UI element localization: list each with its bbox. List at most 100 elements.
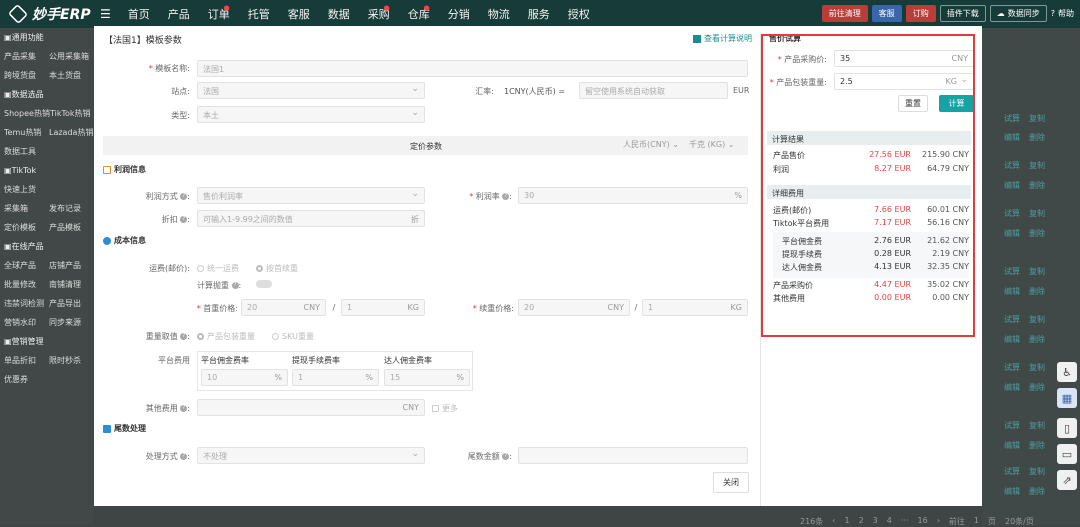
accessibility-icon[interactable]: ♿: [1057, 362, 1077, 382]
nav-item[interactable]: 客服: [279, 6, 319, 22]
sidebar-item[interactable]: 单品折扣: [4, 355, 49, 366]
sidebar-item[interactable]: 产品采集: [4, 51, 49, 62]
sidebar-item[interactable]: 发布记录: [49, 203, 94, 214]
row-action-link[interactable]: 编辑: [1004, 383, 1020, 392]
profit-method-select[interactable]: 售价利润率 ⌄: [197, 187, 425, 204]
menu-toggle-icon[interactable]: ☰: [100, 7, 111, 21]
platform-commission-input[interactable]: 10%: [201, 369, 288, 386]
next-weight-input[interactable]: 1 KG: [642, 299, 748, 316]
creator-commission-input[interactable]: 15%: [384, 369, 470, 386]
sidebar-item[interactable]: Temu热销: [4, 127, 49, 138]
data-sync-button[interactable]: ☁ 数据同步: [989, 5, 1047, 22]
pagination-item[interactable]: 20条/页: [1005, 516, 1034, 527]
pagination-item[interactable]: 前往: [949, 516, 965, 527]
sidebar-item[interactable]: 违禁词检测: [4, 298, 49, 309]
row-action-link[interactable]: 删除: [1029, 133, 1045, 142]
type-select[interactable]: 本土 ⌄: [197, 106, 425, 123]
row-action-link[interactable]: 编辑: [1004, 487, 1020, 496]
nav-item[interactable]: 托管: [239, 6, 279, 22]
nav-item[interactable]: 数据: [319, 6, 359, 22]
pagination-item[interactable]: ···: [901, 516, 909, 527]
sidebar-item[interactable]: 定价模板: [4, 222, 49, 233]
row-action-link[interactable]: 删除: [1029, 487, 1045, 496]
sidebar-item[interactable]: 通用功能: [12, 32, 53, 43]
row-action-link[interactable]: 试算: [1004, 421, 1020, 430]
sidebar-item[interactable]: 快速上货: [4, 184, 49, 195]
row-action-link[interactable]: 试算: [1004, 209, 1020, 218]
row-action-link[interactable]: 删除: [1029, 181, 1045, 190]
sidebar-item[interactable]: 营销水印: [4, 317, 49, 328]
shipping-option-uniform[interactable]: 统一运费: [197, 263, 239, 274]
sidebar-item[interactable]: 产品导出: [49, 298, 94, 309]
nav-item[interactable]: 仓库 ●: [399, 4, 439, 22]
sidebar-item[interactable]: 数据选品: [12, 89, 53, 100]
pagination-item[interactable]: 页: [988, 516, 996, 527]
row-action-link[interactable]: 编辑: [1004, 133, 1020, 142]
row-action-link[interactable]: 试算: [1004, 363, 1020, 372]
row-action-link[interactable]: 复制: [1029, 315, 1045, 324]
row-action-link[interactable]: 编辑: [1004, 287, 1020, 296]
nav-item[interactable]: 服务: [519, 6, 559, 22]
row-action-link[interactable]: 复制: [1029, 363, 1045, 372]
nav-item[interactable]: 授权: [559, 6, 599, 22]
row-action-link[interactable]: 编辑: [1004, 441, 1020, 450]
sidebar-item[interactable]: 跨境货盘: [4, 70, 49, 81]
translate-icon[interactable]: ▦: [1057, 388, 1077, 408]
row-action-link[interactable]: 复制: [1029, 467, 1045, 476]
pagination-item[interactable]: 2: [859, 516, 864, 527]
next-price-input[interactable]: 20 CNY: [518, 299, 630, 316]
row-action-link[interactable]: 删除: [1029, 229, 1045, 238]
pagination-item[interactable]: 1: [974, 516, 979, 527]
first-weight-input[interactable]: 1 KG: [341, 299, 425, 316]
sidebar-item[interactable]: TikTok热销: [50, 108, 94, 119]
withdraw-fee-input[interactable]: 1%: [292, 369, 379, 386]
calc-explain-link[interactable]: 查看计算说明: [693, 33, 752, 44]
row-action-link[interactable]: 复制: [1029, 209, 1045, 218]
nav-item[interactable]: 产品: [159, 6, 199, 22]
sidebar-item[interactable]: 本土货盘: [49, 70, 94, 81]
row-action-link[interactable]: 删除: [1029, 383, 1045, 392]
row-action-link[interactable]: 删除: [1029, 287, 1045, 296]
sidebar-item[interactable]: 在线产品: [12, 241, 53, 252]
help-link[interactable]: ? 帮助: [1051, 8, 1074, 19]
sidebar-item[interactable]: 同步来源: [49, 317, 94, 328]
customer-service-button[interactable]: 客服: [871, 5, 902, 22]
row-action-link[interactable]: 复制: [1029, 267, 1045, 276]
nav-item[interactable]: 首页: [119, 6, 159, 22]
app-logo[interactable]: 妙手ERP: [7, 3, 100, 25]
pagination-item[interactable]: 3: [873, 516, 878, 527]
profit-rate-input[interactable]: 30%: [518, 187, 748, 204]
tail-amount-input[interactable]: [518, 447, 748, 464]
row-action-link[interactable]: 编辑: [1004, 335, 1020, 344]
row-action-link[interactable]: 试算: [1004, 161, 1020, 170]
pagination-item[interactable]: ‹: [832, 516, 835, 527]
sidebar-item[interactable]: 产品模板: [49, 222, 94, 233]
weight-option-sku[interactable]: SKU重量: [272, 331, 314, 342]
sidebar-item[interactable]: 优惠券: [4, 374, 49, 385]
sidebar-item[interactable]: 采集箱: [4, 203, 49, 214]
close-button[interactable]: 关闭: [713, 472, 749, 493]
sidebar-item[interactable]: 限时秒杀: [49, 355, 94, 366]
more-checkbox[interactable]: 更多: [432, 403, 458, 414]
row-action-link[interactable]: 试算: [1004, 114, 1020, 123]
row-action-link[interactable]: 编辑: [1004, 181, 1020, 190]
pagination-item[interactable]: 1: [844, 516, 849, 527]
sidebar-item[interactable]: Lazada热销: [49, 127, 94, 138]
sidebar-item[interactable]: 店铺产品: [49, 260, 94, 271]
sidebar-item[interactable]: 南铺清理: [49, 279, 94, 290]
share-icon[interactable]: ⇗: [1057, 470, 1077, 490]
row-action-link[interactable]: 复制: [1029, 114, 1045, 123]
site-select[interactable]: 法国 ⌄: [197, 82, 425, 99]
pagination-item[interactable]: 16: [918, 516, 928, 527]
pagination-item[interactable]: 216条: [800, 516, 823, 527]
row-action-link[interactable]: 删除: [1029, 441, 1045, 450]
sidebar-item[interactable]: 全球产品: [4, 260, 49, 271]
row-action-link[interactable]: 复制: [1029, 161, 1045, 170]
sidebar-item[interactable]: TikTok: [12, 166, 53, 175]
row-action-link[interactable]: 试算: [1004, 467, 1020, 476]
row-action-link[interactable]: 编辑: [1004, 229, 1020, 238]
sidebar-item[interactable]: 批量修改: [4, 279, 49, 290]
weight-option-package[interactable]: 产品包装重量: [197, 331, 255, 342]
sidebar-item[interactable]: Shopee热销: [4, 108, 50, 119]
subscribe-button[interactable]: 订购: [905, 5, 936, 22]
